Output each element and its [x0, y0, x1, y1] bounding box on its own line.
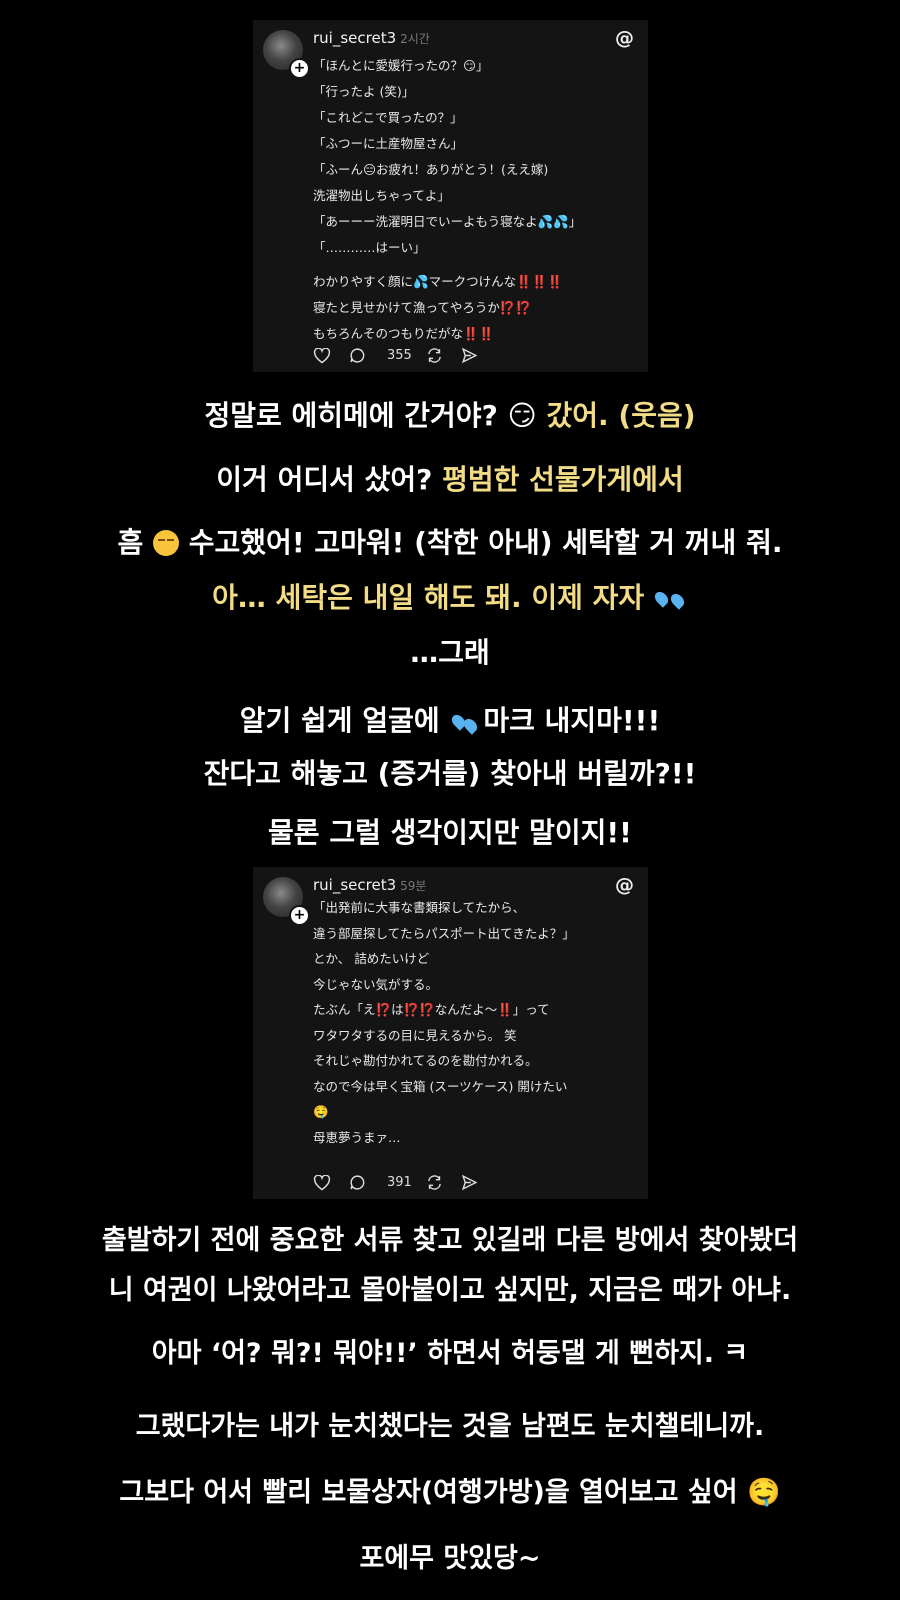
caption-text: 수고했어! 고마워! (착한 아내) 세탁할 거 꺼내 줘.: [179, 526, 783, 559]
caption-text: …그래: [410, 636, 490, 669]
repost-icon[interactable]: [426, 347, 443, 364]
caption-line: 포에무 맛있당~: [0, 1536, 900, 1575]
caption-text: 포에무 맛있당~: [359, 1543, 541, 1574]
sweat-drops-icon: [652, 585, 688, 611]
caption-text: 정말로 에히메에 간거야? 😏: [204, 399, 547, 432]
sweat-drops-icon: [449, 708, 483, 735]
post-line: 今じゃない気がする。: [313, 976, 439, 992]
caption-line: 정말로 에히메에 간거야? 😏 갔어. (웃음): [0, 394, 900, 434]
caption-line: 잔다고 해놓고 (증거를) 찾아내 버릴까?!!: [0, 752, 900, 792]
post-time: 59분: [400, 879, 427, 893]
caption-text: 이거 어디서 샀어?: [216, 463, 443, 496]
caption-line: 흠 수고했어! 고마워! (착한 아내) 세탁할 거 꺼내 줘.: [0, 521, 900, 561]
caption-line: 출발하기 전에 중요한 서류 찾고 있길래 다른 방에서 찾아봤더: [0, 1218, 900, 1257]
post-line: 「これどこで買ったの？」: [313, 110, 463, 125]
comment-icon[interactable]: [349, 347, 366, 364]
post-line: 「ふつーに土産物屋さん」: [313, 136, 464, 151]
comment-count: 355: [387, 348, 412, 363]
post-line: 「行ったよ (笑)」: [313, 84, 415, 99]
post-line: 「…………はーい」: [313, 240, 426, 255]
post-line: 「出発前に大事な書類探してたから、: [313, 900, 526, 915]
caption-line: 이거 어디서 샀어? 평범한 선물가게에서: [0, 458, 900, 498]
caption-highlight: 아… 세탁은 내일 해도 돼. 이제 자자: [212, 581, 654, 614]
caption-line: 아… 세탁은 내일 해도 돼. 이제 자자: [0, 576, 900, 616]
post-line: 違う部屋探してたらパスポート出てきたよ？」: [313, 925, 575, 941]
post-actions: 391: [313, 1174, 496, 1191]
post-line: 「ほんとに愛媛行ったの？😏」: [313, 58, 489, 73]
threads-post-1: + rui_secret3 2시간 @ 「ほんとに愛媛行ったの？😏」 「行ったよ …: [253, 20, 648, 372]
post-line: 洗濯物出しちゃってよ」: [313, 188, 450, 203]
post-line: 母恵夢うまァ…: [313, 1129, 401, 1145]
caption-text: 물론 그럴 생각이지만 말이지!!: [268, 816, 632, 849]
post-line: それじゃ勘付かれてるのを勘付かれる。: [313, 1053, 538, 1068]
post-time: 2시간: [400, 32, 430, 46]
post-body: 「ほんとに愛媛行ったの？😏」 「行ったよ (笑)」 「これどこで買ったの？」 「…: [313, 53, 640, 347]
caption-text: 그보다 어서 빨리 보물상자(여행가방)을 열어보고 싶어 🤤: [119, 1477, 781, 1508]
caption-text: 그랬다가는 내가 눈치챘다는 것을 남편도 눈치챌테니까.: [135, 1411, 765, 1442]
post-actions: 355: [313, 347, 496, 364]
caption-line: 아마 ‘어? 뭐?! 뭐야!!’ 하면서 허둥댈 게 뻔하지. ㅋ: [0, 1331, 900, 1370]
post-line: 「あーーー洗濯明日でいーよもう寝なよ💦💦」: [313, 214, 582, 229]
plus-icon[interactable]: +: [289, 905, 310, 926]
threads-icon: @: [615, 27, 634, 49]
caption-text: 흠: [117, 526, 154, 559]
plus-icon[interactable]: +: [289, 58, 310, 79]
heart-icon[interactable]: [313, 1174, 331, 1191]
caption-text: 잔다고 해놓고 (증거를) 찾아내 버릴까?!!: [203, 757, 697, 790]
username[interactable]: rui_secret3 2시간: [313, 29, 430, 47]
post-line: なので今は早く宝箱 (スーツケース) 開けたい: [313, 1078, 568, 1094]
repost-icon[interactable]: [426, 1174, 443, 1191]
post-line: 「ふーん😑お疲れ！ありがとう！(ええ嫁): [313, 162, 549, 177]
caption-line: …그래: [0, 631, 900, 671]
caption-highlight: 평범한 선물가게에서: [442, 463, 684, 496]
expressionless-emoji-icon: [153, 530, 180, 556]
caption-line: 니 여권이 나왔어라고 몰아붙이고 싶지만, 지금은 때가 아냐.: [0, 1268, 900, 1307]
post-line: 🤤: [313, 1104, 329, 1119]
heart-icon[interactable]: [313, 347, 331, 364]
post-line: もちろんそのつもりだがな‼️‼️: [313, 326, 495, 341]
post-line: 寝たと見せかけて漁ってやろうか⁉️⁉️: [313, 300, 532, 315]
caption-text: 출발하기 전에 중요한 서류 찾고 있길래 다른 방에서 찾아봤더: [101, 1225, 799, 1256]
caption-line: 알기 쉽게 얼굴에 마크 내지마!!!: [0, 699, 900, 739]
username-text[interactable]: rui_secret3: [313, 29, 396, 47]
comment-icon[interactable]: [349, 1174, 366, 1191]
post-line: たぶん「え⁉️は⁉️⁉️なんだよ～‼️」って: [313, 1002, 550, 1017]
caption-line: 그보다 어서 빨리 보물상자(여행가방)을 열어보고 싶어 🤤: [0, 1470, 900, 1509]
caption-text: 아마 ‘어? 뭐?! 뭐야!!’ 하면서 허둥댈 게 뻔하지. ㅋ: [151, 1338, 749, 1369]
post-body: 「出発前に大事な書類探してたから、 違う部屋探してたらパスポート出てきたよ？」 …: [313, 895, 640, 1150]
caption-text: 니 여권이 나왔어라고 몰아붙이고 싶지만, 지금은 때가 아냐.: [108, 1275, 792, 1306]
username-text[interactable]: rui_secret3: [313, 876, 396, 894]
caption-highlight: 갔어. (웃음): [546, 399, 696, 432]
share-icon[interactable]: [461, 347, 478, 364]
caption-line: 물론 그럴 생각이지만 말이지!!: [0, 811, 900, 851]
comment-count: 391: [387, 1175, 412, 1190]
threads-icon: @: [615, 874, 634, 896]
username[interactable]: rui_secret3 59분: [313, 876, 426, 894]
caption-text: 알기 쉽게 얼굴에: [239, 704, 450, 737]
post-line: ワタワタするの目に見えるから。 笑: [313, 1027, 517, 1043]
caption-line: 그랬다가는 내가 눈치챘다는 것을 남편도 눈치챌테니까.: [0, 1404, 900, 1443]
caption-text: 마크 내지마!!!: [483, 704, 661, 737]
post-line: わかりやすく顔に💦マークつけんな‼️‼️‼️: [313, 274, 563, 289]
post-line: とか、 詰めたいけど: [313, 951, 430, 966]
threads-post-2: + rui_secret3 59분 @ 「出発前に大事な書類探してたから、 違う部…: [253, 867, 648, 1199]
post-line-spacer: [313, 261, 640, 269]
share-icon[interactable]: [461, 1174, 478, 1191]
